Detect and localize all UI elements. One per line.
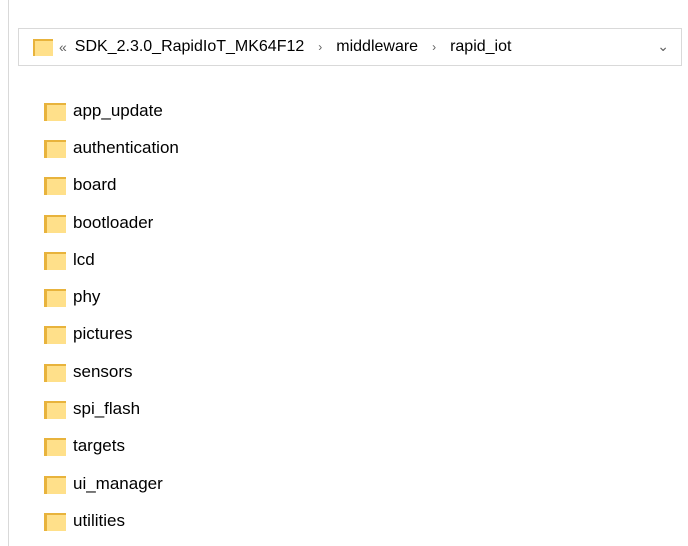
folder-icon xyxy=(44,399,66,420)
folder-name: ui_manager xyxy=(73,473,163,493)
folder-icon xyxy=(44,324,66,345)
folder-icon xyxy=(44,436,66,457)
folder-row[interactable]: spi_flash xyxy=(44,390,344,427)
folder-name: pictures xyxy=(73,324,133,344)
breadcrumb-item[interactable]: middleware xyxy=(336,38,418,56)
overflow-chevron-icon[interactable]: « xyxy=(59,39,67,55)
folder-icon xyxy=(44,362,66,382)
chevron-down-icon[interactable]: ⌄ xyxy=(657,38,669,55)
folder-row[interactable]: targets xyxy=(44,428,344,465)
folder-icon xyxy=(44,511,66,531)
folder-icon xyxy=(44,175,66,196)
folder-icon xyxy=(44,101,66,121)
folder-name: sensors xyxy=(73,361,133,381)
folder-row[interactable]: pictures xyxy=(44,316,344,353)
pane-border xyxy=(8,0,9,546)
folder-icon xyxy=(44,474,66,494)
folder-name: targets xyxy=(73,436,125,456)
folder-row[interactable]: board xyxy=(44,167,344,204)
breadcrumb-separator-icon[interactable]: › xyxy=(318,40,322,54)
folder-row[interactable]: ui_manager xyxy=(44,465,344,502)
folder-icon xyxy=(44,250,66,270)
folder-icon xyxy=(44,287,66,308)
folder-row[interactable]: app_update xyxy=(44,92,344,129)
folder-icon xyxy=(33,38,53,56)
folder-name: lcd xyxy=(73,249,95,269)
folder-name: utilities xyxy=(73,510,125,530)
folder-row[interactable]: phy xyxy=(44,278,344,315)
folder-name: authentication xyxy=(73,137,179,157)
folder-row[interactable]: lcd xyxy=(44,241,344,278)
file-list: app_update authentication board bootload… xyxy=(44,92,344,540)
breadcrumb-item[interactable]: SDK_2.3.0_RapidIoT_MK64F12 xyxy=(75,38,304,56)
folder-name: phy xyxy=(73,287,101,307)
folder-name: app_update xyxy=(73,100,163,120)
folder-name: bootloader xyxy=(73,212,154,232)
folder-name: spi_flash xyxy=(73,399,141,419)
breadcrumb-separator-icon[interactable]: › xyxy=(432,40,436,54)
folder-row[interactable]: sensors xyxy=(44,353,344,390)
folder-icon xyxy=(44,213,66,233)
address-bar[interactable]: « SDK_2.3.0_RapidIoT_MK64F12 › middlewar… xyxy=(18,28,682,66)
folder-row[interactable]: authentication xyxy=(44,129,344,166)
folder-icon xyxy=(44,138,66,158)
folder-name: board xyxy=(73,175,117,195)
breadcrumb-item[interactable]: rapid_iot xyxy=(450,38,511,56)
folder-row[interactable]: utilities xyxy=(44,502,344,539)
folder-row[interactable]: bootloader xyxy=(44,204,344,241)
